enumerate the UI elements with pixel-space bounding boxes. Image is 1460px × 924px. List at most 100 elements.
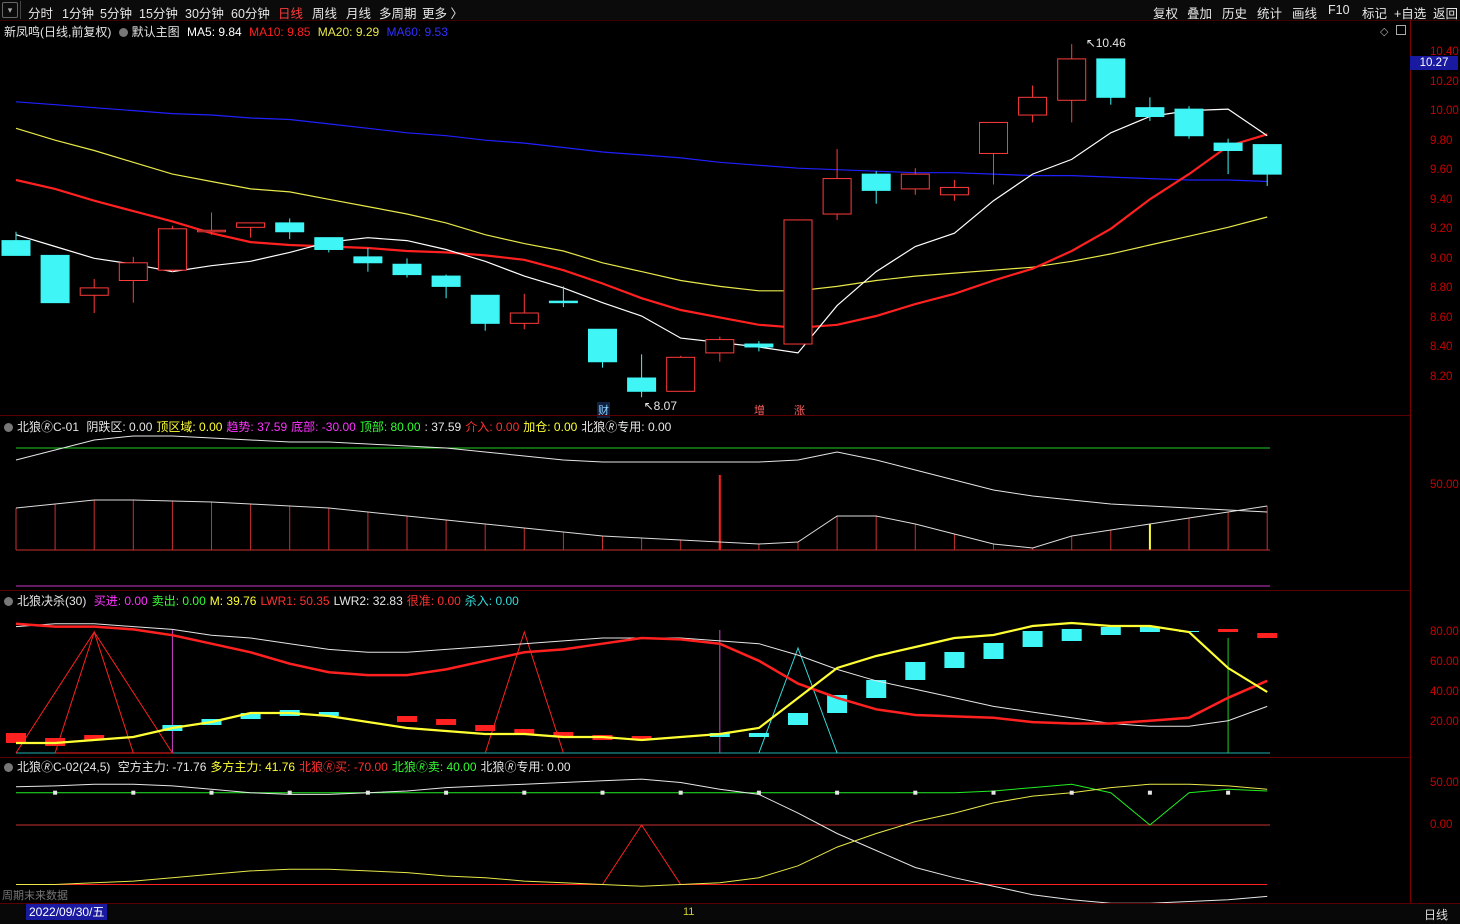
ind3-marker xyxy=(1147,790,1152,795)
f10-button[interactable]: F10 xyxy=(1328,3,1350,17)
ind3-buy-line xyxy=(16,824,1268,885)
ind3-marker xyxy=(913,790,918,795)
candle-body xyxy=(1252,144,1282,175)
ind3-chart[interactable] xyxy=(0,758,1410,904)
ind1-chart[interactable] xyxy=(0,420,1410,590)
ind3-axis-0: 0.00 xyxy=(1430,819,1453,831)
candle-body xyxy=(157,228,187,271)
candle-body xyxy=(509,312,539,324)
candle-body xyxy=(353,256,383,264)
ind3-marker xyxy=(600,790,605,795)
ind2-bar xyxy=(1218,629,1239,632)
candle-body xyxy=(627,377,657,392)
ind1-axis-label: 50.00 xyxy=(1430,479,1459,491)
candle-body xyxy=(40,254,70,304)
ind2-bar xyxy=(905,662,926,680)
price-axis-label: 9.80 xyxy=(1430,134,1453,147)
low-price-label: ↖8.07 xyxy=(644,399,678,413)
candle-body xyxy=(1096,58,1126,98)
last-price-tag: 10.27 xyxy=(1410,56,1458,70)
ind2-bar xyxy=(944,652,965,668)
candle-body xyxy=(314,237,344,250)
candle-body xyxy=(1,240,31,256)
candle-body xyxy=(861,173,891,191)
candle-body xyxy=(79,287,109,296)
ind3-marker xyxy=(365,790,370,795)
toolbar-divider xyxy=(20,1,21,19)
candle-body xyxy=(392,263,422,276)
candlestick-chart[interactable]: ↖10.46 ↖8.07 xyxy=(0,20,1410,415)
candle-body xyxy=(900,173,930,190)
ind2-bar xyxy=(1100,627,1121,635)
ind2-bar xyxy=(788,713,808,725)
price-axis-label: 9.20 xyxy=(1430,223,1453,236)
ind3-marker xyxy=(1226,790,1231,795)
ind2-bar xyxy=(397,716,417,722)
price-axis-label: 10.20 xyxy=(1430,75,1459,88)
ind2-bar xyxy=(475,725,496,731)
pane-divider xyxy=(0,590,1410,591)
period-toolbar: ▾ 分时 1分钟 5分钟 15分钟 30分钟 60分钟 日线 周线 月线 多周期… xyxy=(0,0,1460,21)
candle-body xyxy=(1213,142,1243,152)
candle-body xyxy=(588,328,617,363)
price-axis-label: 8.40 xyxy=(1430,341,1453,354)
ind3-marker xyxy=(287,790,292,795)
ind3-marker xyxy=(678,790,683,795)
candle-body xyxy=(979,121,1008,154)
ind3-marker xyxy=(209,790,214,795)
ind3-marker xyxy=(53,790,58,795)
ind2-chart[interactable] xyxy=(0,592,1410,757)
ind2-bar xyxy=(6,733,26,743)
ind3-axis-50: 50.00 xyxy=(1430,777,1459,789)
candle-body xyxy=(236,222,266,228)
ind2-axis-40: 40.00 xyxy=(1430,686,1459,698)
candle-body xyxy=(431,275,461,287)
ind2-kill-spike xyxy=(758,646,838,754)
ind2-spike xyxy=(54,630,134,754)
candle-body xyxy=(744,343,774,348)
candle-body xyxy=(470,294,500,324)
ma60-line xyxy=(15,101,1268,183)
time-axis xyxy=(0,903,1460,924)
ind3-marker xyxy=(131,790,136,795)
price-axis-label: 9.00 xyxy=(1430,252,1453,265)
ind3-bull-line xyxy=(16,783,1268,887)
ind3-marker xyxy=(835,790,840,795)
candle-body xyxy=(666,356,696,392)
price-axis-divider xyxy=(1410,20,1411,923)
back-button[interactable]: 返回 xyxy=(1433,3,1458,22)
ind3-marker xyxy=(444,790,449,795)
candle-body xyxy=(705,339,735,354)
ind3-marker xyxy=(522,790,527,795)
candle-body xyxy=(822,178,852,215)
candle-body xyxy=(1174,108,1204,137)
ind3-marker xyxy=(1069,790,1074,795)
price-axis-label: 9.60 xyxy=(1430,164,1453,177)
ind2-spike xyxy=(15,631,174,754)
high-price-label: ↖10.46 xyxy=(1086,36,1126,50)
ind3-marker xyxy=(991,790,996,795)
period-label[interactable]: 日线 xyxy=(1424,906,1448,923)
ind2-bar xyxy=(1022,631,1043,647)
price-axis-label: 8.20 xyxy=(1430,371,1453,383)
ind2-bar xyxy=(1257,633,1278,638)
ind2-bar xyxy=(983,643,1004,659)
pane-divider xyxy=(0,415,1410,416)
candle-body xyxy=(275,222,305,233)
ind2-axis-60: 60.00 xyxy=(1430,656,1459,668)
candle-body xyxy=(118,262,148,281)
candle-body xyxy=(197,229,226,233)
window-menu-icon[interactable]: ▾ xyxy=(2,2,18,18)
price-axis-label: 10.00 xyxy=(1430,105,1459,118)
ind2-bar xyxy=(748,733,769,737)
cursor-date: 2022/09/30/五 xyxy=(26,904,108,920)
price-axis-label: 8.80 xyxy=(1430,282,1453,295)
ind2-axis-20: 20.00 xyxy=(1430,716,1459,728)
candle-body xyxy=(1135,107,1165,118)
candle-body xyxy=(1018,96,1048,116)
candle-body xyxy=(939,186,969,196)
ind3-marker xyxy=(756,790,761,795)
ind2-bar xyxy=(436,719,457,725)
ind3-sell-line xyxy=(16,783,1268,826)
ind2-bar xyxy=(1061,629,1082,641)
